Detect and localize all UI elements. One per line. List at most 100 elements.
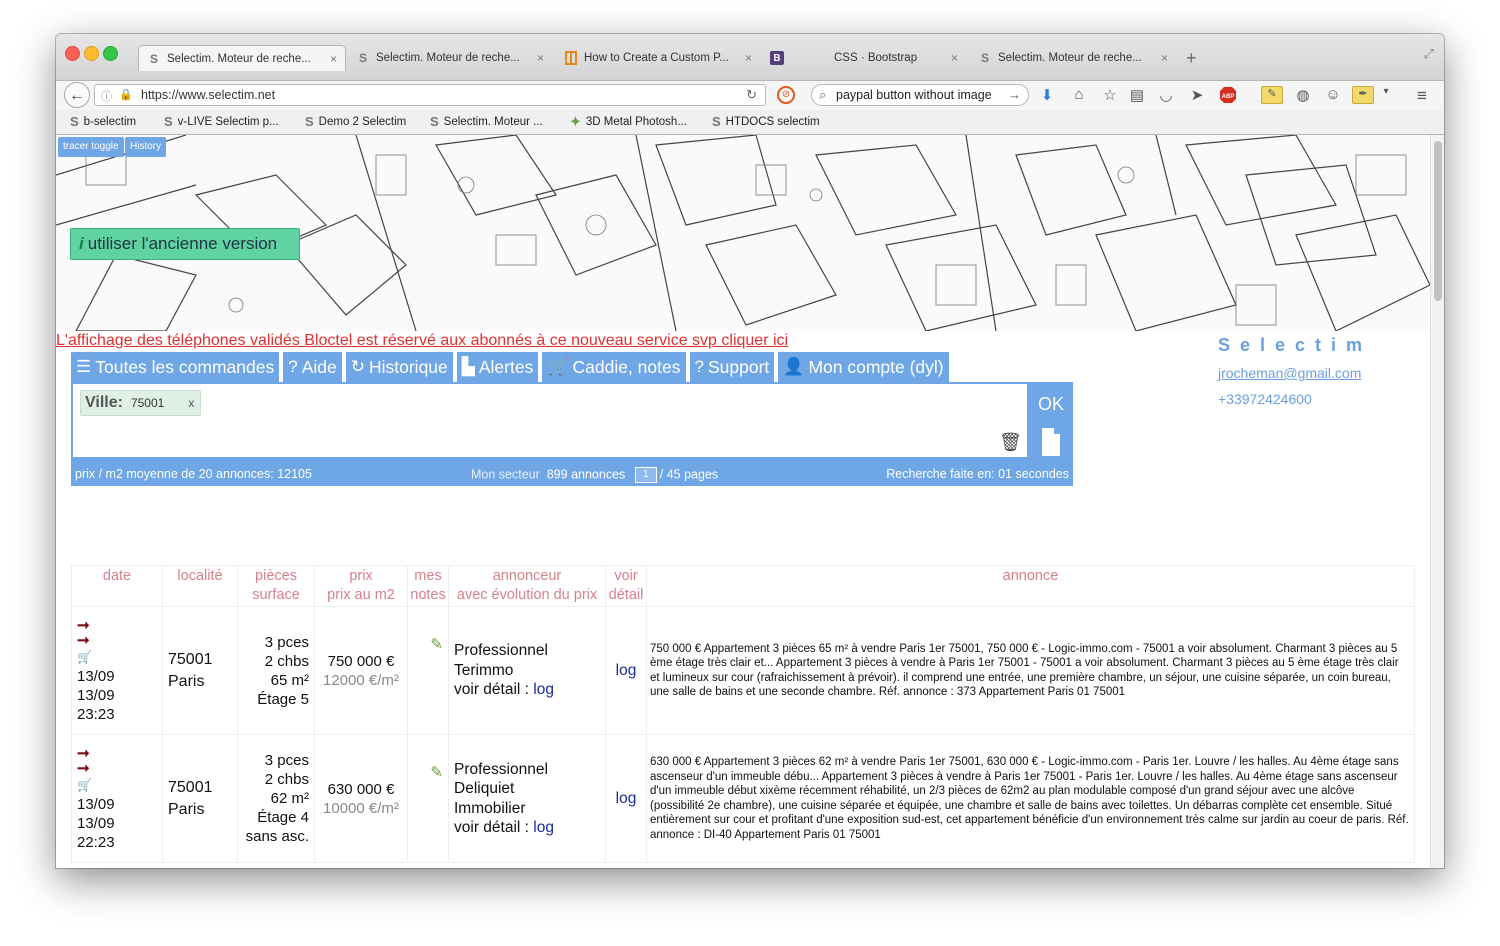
col-date[interactable]: date [71,565,163,607]
hamburger-menu-icon[interactable]: ≡ [1412,86,1432,106]
locality-cell[interactable]: 75001 Paris [162,606,238,735]
page-scrollbar[interactable] [1430,135,1444,868]
pocket-icon[interactable]: ◡ [1156,86,1176,104]
menu-support[interactable]: ? Support [689,352,775,382]
page-total: / 45 pages [659,467,719,482]
cart-icon[interactable]: 🛒 [77,776,157,795]
ok-button[interactable]: OK [1029,384,1073,424]
table-row[interactable]: ➞ ➞ 🛒 13/09 13/09 22:23 75001 Paris 3 pce… [71,734,1415,863]
question-icon: ? [694,357,704,376]
adblock-icon[interactable]: ABP [1218,86,1238,108]
locality-cell[interactable]: 75001 Paris [162,734,238,863]
annonce-text[interactable]: 750 000 € Appartement 3 pièces 65 m² à v… [646,606,1415,735]
history-button[interactable]: History [125,137,167,157]
search-go-icon[interactable]: → [1008,87,1021,102]
col-detail[interactable]: voir détail [605,565,647,607]
back-button[interactable]: ← [64,82,90,108]
menu-label: Caddie, notes [572,357,681,377]
window-close-button[interactable] [65,46,80,61]
info-icon[interactable]: ⓘ [101,88,112,104]
bookmark-selectim-moteur[interactable]: S Selectim. Moteur ... [430,114,543,129]
download-icon[interactable]: ⬇ [1037,86,1057,104]
account-email-link[interactable]: jrocheman@gmail.com [1218,365,1361,381]
tab-close-icon[interactable]: × [951,51,958,65]
detail-log-link[interactable]: log [616,662,637,679]
bookmark-b-selectim[interactable]: S b-selectim [70,114,136,129]
tab-close-icon[interactable]: × [537,51,544,65]
url-bar[interactable]: ⓘ 🔒 https://www.selectim.net ↻ [94,84,766,106]
fullscreen-icon[interactable]: ⤢ [1424,46,1434,62]
tab-bar: S Selectim. Moteur de reche... × S Selec… [56,34,1444,80]
tab-bootstrap[interactable]: B CSS · Bootstrap × [762,45,966,71]
tab-custom-paypal[interactable]: How to Create a Custom P... × [556,45,760,71]
bookmark-star-icon[interactable]: ☆ [1100,86,1120,104]
chat-icon[interactable]: ☺ [1323,86,1343,103]
annonce-text[interactable]: 630 000 € Appartement 3 pièces 62 m² à v… [646,734,1415,863]
reload-icon[interactable]: ↻ [746,87,757,103]
date-published: 13/09 [77,667,115,685]
bookmark-v-live[interactable]: S v-LIVE Selectim p... [164,114,279,129]
menu-cart-notes[interactable]: 🛒 Caddie, notes [542,352,686,382]
menu-all-commands[interactable]: ☰ Toutes les commandes [71,352,280,382]
sticky-note-icon[interactable]: ✎ [1261,86,1283,104]
home-icon[interactable]: ⌂ [1069,86,1089,103]
city-filter-chip[interactable]: Ville: 75001 x [80,390,202,416]
arrow-right-icon[interactable]: ➞ ➞ [77,746,157,776]
col-price[interactable]: prix prix au m2 [314,565,408,607]
window-minimize-button[interactable] [84,46,99,61]
noscript-icon[interactable]: ⊘ [777,86,795,104]
document-icon[interactable] [1029,426,1073,458]
reading-list-icon[interactable]: ▤ [1127,86,1147,104]
globe-icon[interactable]: ◍ [1293,86,1313,104]
chip-remove-icon[interactable]: x [188,396,194,410]
pencil-icon[interactable]: ✎ [430,764,443,781]
menu-history[interactable]: ↻ Historique [345,352,453,382]
search-status-bar: prix / m2 moyenne de 20 annonces: 12105 … [71,460,1073,486]
scrollbar-thumb[interactable] [1434,141,1442,301]
search-input[interactable]: ⌕ paypal button without image → [811,84,1029,106]
tab-selectim-1[interactable]: S Selectim. Moteur de reche... × [138,45,346,71]
col-notes[interactable]: mes notes [407,565,449,607]
rooms: 3 pces [264,633,309,651]
detail-log-link[interactable]: log [616,790,637,807]
bookmark-3d-metal[interactable]: ✦ 3D Metal Photosh... [570,114,687,130]
col-advertiser[interactable]: annonceur avec évolution du prix [448,565,606,607]
header-label: prix au m2 [327,587,395,603]
table-row[interactable]: ➞ ➞ 🛒 13/09 13/09 23:23 75001 Paris 3 pce… [71,606,1415,735]
menu-my-account[interactable]: 👤 Mon compte (dyl) [778,352,949,382]
window-maximize-button[interactable] [103,46,118,61]
tab-selectim-2[interactable]: S Selectim. Moteur de reche... × [348,45,552,71]
log-link[interactable]: log [533,819,554,836]
bookmark-demo-2[interactable]: S Demo 2 Selectim [305,114,406,129]
new-tab-button[interactable]: + [1186,48,1197,69]
sector-label: Mon secteur [471,467,540,482]
tracer-toggle-button[interactable]: tracer toggle [58,137,124,157]
bootstrap-favicon-icon: B [770,51,784,65]
bookmark-htdocs[interactable]: S HTDOCS selectim [712,114,820,129]
eyedropper-icon[interactable]: ✒ [1352,86,1374,104]
pencil-icon[interactable]: ✎ [430,636,443,653]
col-locality[interactable]: localité [162,565,238,607]
page-number-input[interactable]: 1 [634,467,657,483]
bookmark-label: Demo 2 Selectim [318,115,407,128]
search-criteria-box[interactable]: Ville: 75001 x 🗑 [73,384,1027,457]
menu-label: Support [707,357,770,377]
detail-cell: log [605,606,647,735]
send-icon[interactable]: ➤ [1187,86,1207,104]
col-annonce[interactable]: annonce [646,565,1415,607]
chevron-down-icon[interactable]: ▾ [1376,86,1396,97]
tab-selectim-3[interactable]: S Selectim. Moteur de reche... × [970,45,1176,71]
menu-alerts[interactable]: ▙ Alertes [456,352,539,382]
bloctel-notice-link[interactable]: L'affichage des téléphones validés Bloct… [56,332,788,350]
tab-close-icon[interactable]: × [1161,51,1168,65]
tab-close-icon[interactable]: × [330,52,337,66]
log-link[interactable]: log [533,681,554,698]
menu-help[interactable]: ? Aide [283,352,342,382]
old-version-button[interactable]: i utiliser l'ancienne version [70,228,300,260]
tab-label: Selectim. Moteur de reche... [998,52,1142,64]
arrow-right-icon[interactable]: ➞ ➞ [77,618,157,648]
col-pieces[interactable]: pièces surface [237,565,315,607]
cart-icon[interactable]: 🛒 [77,648,157,667]
trash-icon[interactable]: 🗑 [999,432,1022,453]
tab-close-icon[interactable]: × [745,51,752,65]
